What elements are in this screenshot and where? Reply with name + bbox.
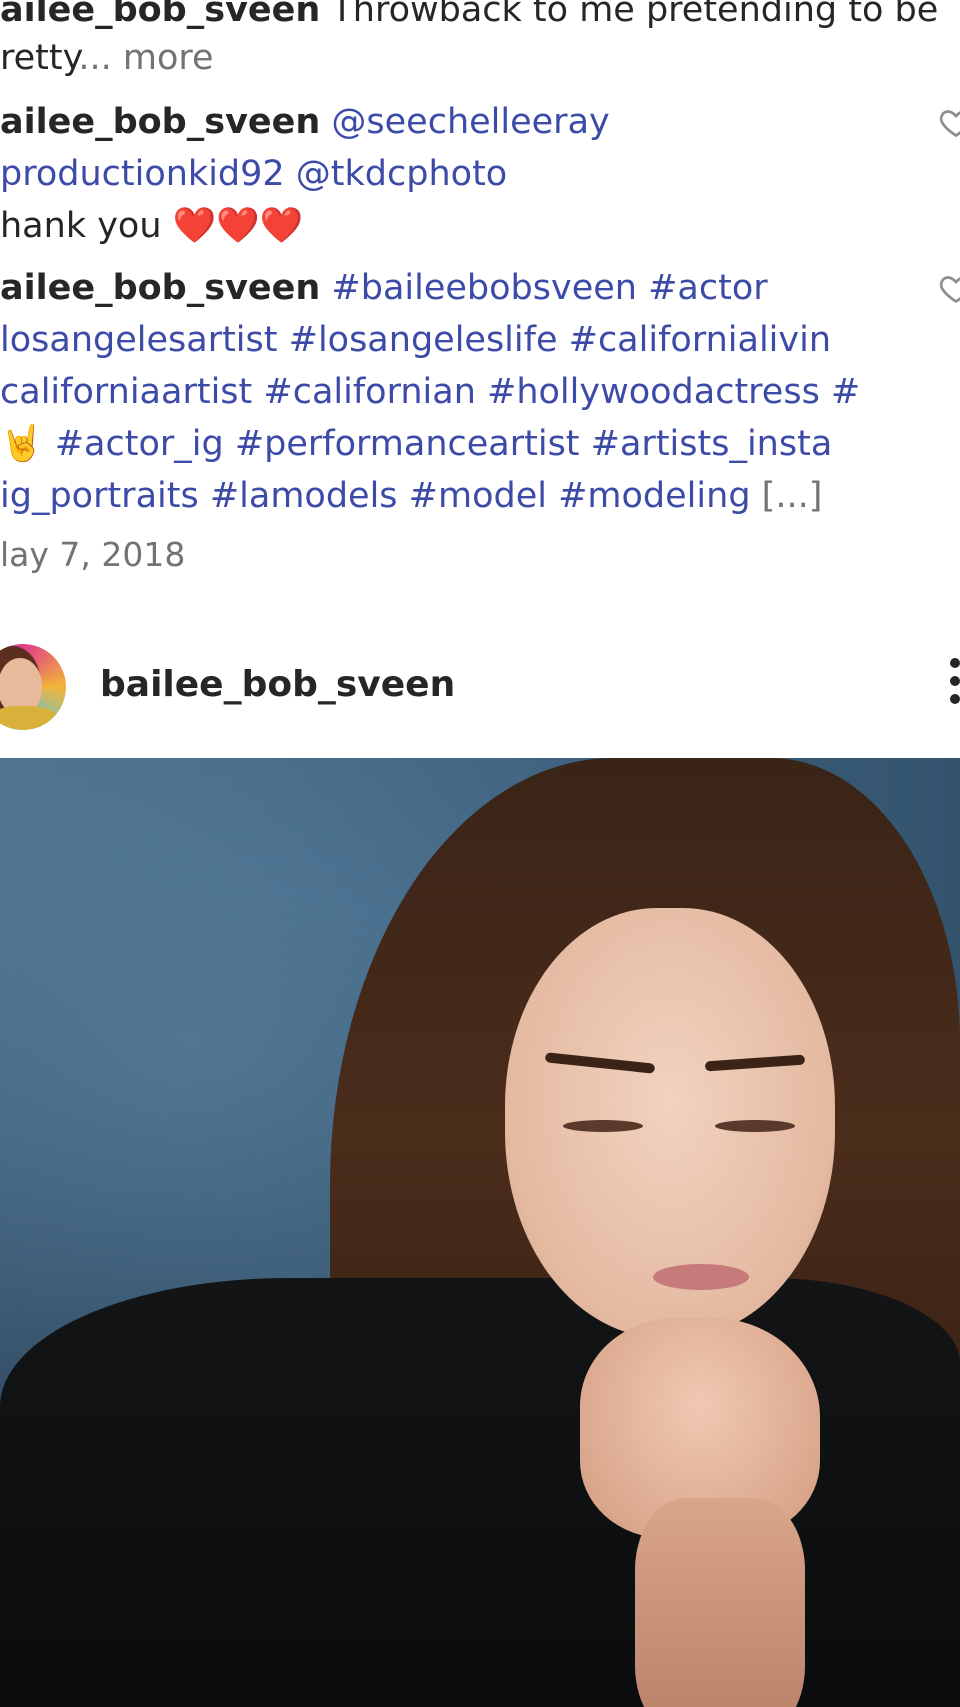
- heart-outline-icon[interactable]: [938, 104, 960, 140]
- hashtag-link[interactable]: #baileebobsveen #actor: [320, 268, 767, 308]
- post-image[interactable]: [0, 758, 960, 1707]
- hashtag-links[interactable]: ig_portraits #lamodels #model #modeling: [0, 476, 751, 516]
- comment-username[interactable]: ailee_bob_sveen: [0, 0, 320, 30]
- hashtag-links[interactable]: losangelesartist #losangeleslife #califo…: [0, 314, 831, 366]
- more-link[interactable]: more: [112, 38, 214, 78]
- hashtag-links[interactable]: 🤘 #actor_ig #performanceartist #artists_…: [0, 418, 832, 470]
- comment-text: retty: [0, 38, 79, 78]
- mention-links[interactable]: productionkid92 @tkdcphoto: [0, 148, 507, 200]
- heart-outline-icon[interactable]: [938, 270, 960, 306]
- more-vertical-icon[interactable]: [950, 658, 960, 714]
- ellipsis: ...: [78, 38, 112, 78]
- comment-line: ailee_bob_sveen #baileebobsveen #actor: [0, 262, 768, 314]
- comment-text: Throwback to me pretending to be: [320, 0, 939, 30]
- hashtag-line: ig_portraits #lamodels #model #modeling …: [0, 470, 822, 522]
- comment-username[interactable]: ailee_bob_sveen: [0, 102, 320, 142]
- mention-link[interactable]: @seechelleeray: [320, 102, 609, 142]
- comment-text: hank you ❤️❤️❤️: [0, 206, 304, 246]
- caption-comment-line2: retty... more: [0, 32, 214, 84]
- truncation: [...]: [750, 476, 823, 516]
- comment-line: ailee_bob_sveen @seechelleeray: [0, 96, 610, 148]
- post-header: bailee_bob_sveen: [0, 640, 960, 732]
- post-date: lay 7, 2018: [0, 535, 186, 574]
- caption-comment: ailee_bob_sveen Throwback to me pretendi…: [0, 0, 938, 36]
- avatar[interactable]: [0, 644, 66, 730]
- hashtag-links[interactable]: californiaartist #californian #hollywood…: [0, 366, 860, 418]
- comment-username[interactable]: ailee_bob_sveen: [0, 268, 320, 308]
- post-username[interactable]: bailee_bob_sveen: [100, 662, 455, 708]
